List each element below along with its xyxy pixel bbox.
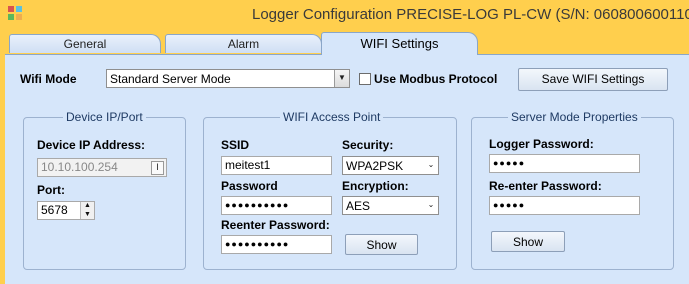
ssid-value: meitest1 (225, 158, 271, 172)
spin-down-icon[interactable]: ▼ (81, 211, 94, 220)
save-wifi-settings-button[interactable]: Save WIFI Settings (518, 68, 668, 91)
logger-reenter-label: Re-enter Password: (489, 179, 602, 193)
ap-password-value: ●●●●●●●●●● (225, 200, 290, 210)
ap-password-label: Password (221, 179, 278, 193)
encryption-value: AES (346, 199, 371, 213)
ap-reenter-value: ●●●●●●●●●● (225, 239, 290, 249)
encryption-select[interactable]: AES ⌄ (342, 196, 439, 215)
text-cursor-icon: I (151, 161, 164, 175)
server-mode-properties-group: Server Mode Properties Logger Password: … (471, 110, 674, 270)
access-point-group-title: WIFI Access Point (280, 110, 384, 124)
tab-alarm[interactable]: Alarm (165, 34, 322, 53)
device-ip-value: 10.10.100.254 (41, 160, 118, 174)
wifi-mode-select[interactable]: Standard Server Mode ▼ (106, 69, 350, 88)
app-icon (8, 6, 22, 20)
logger-password-label: Logger Password: (489, 137, 594, 151)
device-ip-label: Device IP Address: (37, 138, 146, 152)
tab-wifi-settings[interactable]: WIFI Settings (321, 32, 478, 55)
device-ip-input[interactable]: 10.10.100.254 I (37, 158, 167, 177)
server-show-button[interactable]: Show (491, 231, 565, 252)
port-label: Port: (37, 183, 65, 197)
port-value: 5678 (41, 203, 68, 217)
tab-strip: General Alarm WIFI Settings (5, 32, 689, 55)
logger-password-value: ●●●●● (493, 158, 526, 168)
security-select[interactable]: WPA2PSK ⌄ (342, 156, 439, 175)
wifi-mode-label: Wifi Mode (20, 72, 77, 86)
encryption-label: Encryption: (342, 179, 409, 193)
ap-reenter-label: Reenter Password: (221, 218, 330, 232)
ssid-label: SSID (221, 138, 250, 152)
ssid-input[interactable]: meitest1 (221, 156, 332, 175)
logger-password-input[interactable]: ●●●●● (489, 154, 640, 173)
modbus-label: Use Modbus Protocol (374, 72, 498, 86)
security-label: Security: (342, 138, 394, 152)
chevron-down-icon: ▼ (334, 70, 349, 87)
wifi-access-point-group: WIFI Access Point SSID meitest1 Password… (203, 110, 457, 270)
ap-reenter-input[interactable]: ●●●●●●●●●● (221, 235, 332, 254)
ap-show-button[interactable]: Show (345, 234, 418, 255)
logger-reenter-input[interactable]: ●●●●● (489, 196, 640, 215)
chevron-down-icon: ⌄ (424, 197, 438, 214)
device-group-title: Device IP/Port (63, 110, 146, 124)
wifi-mode-value: Standard Server Mode (110, 72, 231, 86)
security-value: WPA2PSK (346, 159, 404, 173)
server-group-title: Server Mode Properties (508, 110, 641, 124)
title-bar: Logger Configuration PRECISE-LOG PL-CW (… (0, 0, 689, 30)
logger-reenter-value: ●●●●● (493, 200, 526, 210)
spin-up-icon[interactable]: ▲ (81, 202, 94, 211)
modbus-checkbox[interactable] (359, 73, 371, 85)
wifi-settings-panel: Wifi Mode Standard Server Mode ▼ Use Mod… (5, 54, 689, 284)
port-stepper[interactable]: 5678 ▲ ▼ (37, 201, 95, 220)
port-spinner[interactable]: ▲ ▼ (80, 202, 94, 219)
window-title: Logger Configuration PRECISE-LOG PL-CW (… (252, 6, 689, 23)
chevron-down-icon: ⌄ (424, 157, 438, 174)
ap-password-input[interactable]: ●●●●●●●●●● (221, 196, 332, 215)
tab-general[interactable]: General (9, 34, 161, 53)
device-ip-port-group: Device IP/Port Device IP Address: 10.10.… (23, 110, 186, 270)
